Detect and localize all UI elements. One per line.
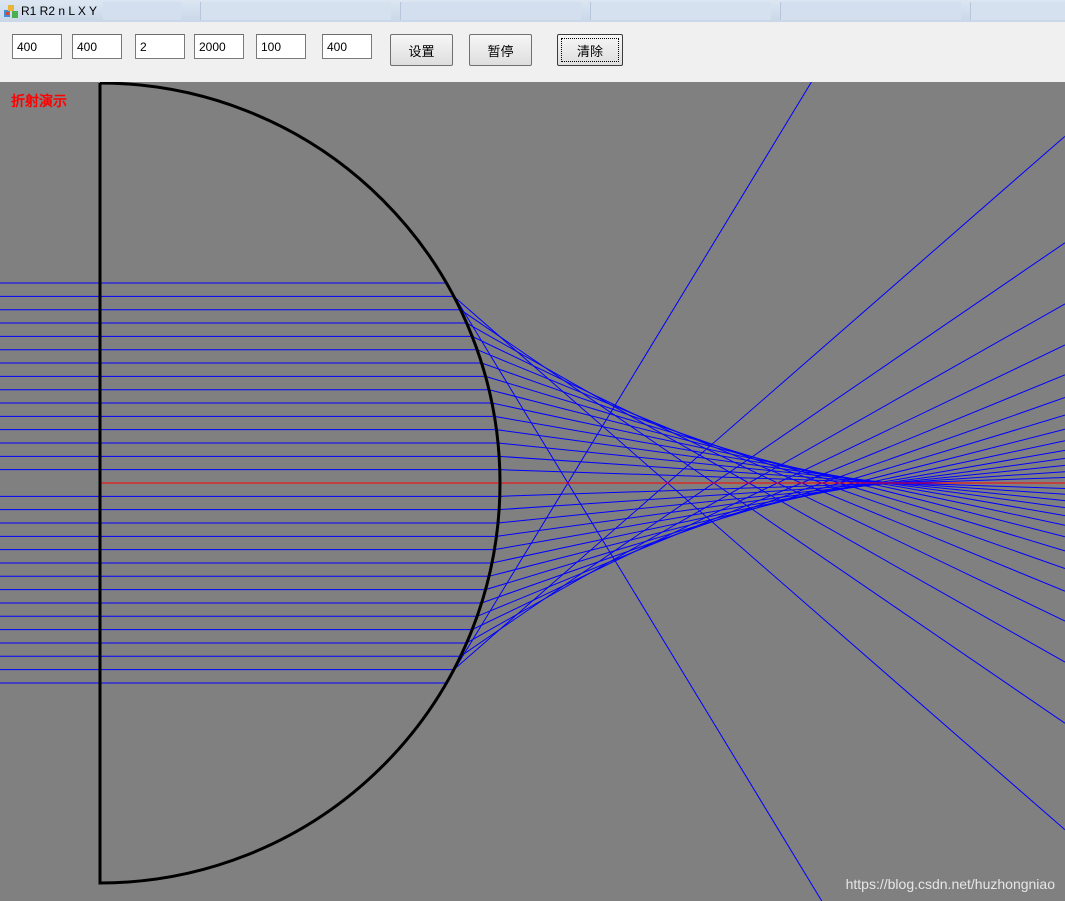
set-button[interactable]: 设置 xyxy=(390,34,453,66)
refracted-ray xyxy=(466,322,1065,663)
demo-title: 折射演示 xyxy=(11,94,67,110)
background-tab xyxy=(780,2,961,20)
refracted-rays xyxy=(446,82,1065,901)
app-window: R1 R2 n L X Y 设置 暂停 清除 折射演示 https://blog… xyxy=(0,0,1065,901)
n-input[interactable] xyxy=(135,34,185,59)
toolbar: 设置 暂停 清除 xyxy=(0,22,1065,82)
refracted-ray xyxy=(446,282,823,901)
refracted-ray xyxy=(460,242,1065,657)
r1-input[interactable] xyxy=(12,34,62,59)
background-tab xyxy=(590,2,771,20)
x-input[interactable] xyxy=(256,34,306,59)
l-input[interactable] xyxy=(194,34,244,59)
app-icon xyxy=(4,5,18,18)
refracted-ray xyxy=(466,303,1065,644)
y-input[interactable] xyxy=(322,34,372,59)
refraction-canvas xyxy=(0,82,1065,901)
background-tab xyxy=(970,2,1065,20)
refracted-ray xyxy=(491,402,1065,526)
title-bar: R1 R2 n L X Y xyxy=(0,0,1065,23)
refracted-ray xyxy=(497,464,1065,524)
refracted-ray xyxy=(453,296,1065,831)
pause-button[interactable]: 暂停 xyxy=(469,34,532,66)
clear-button[interactable]: 清除 xyxy=(557,34,623,66)
refracted-ray xyxy=(460,309,1065,724)
window-title: R1 R2 n L X Y xyxy=(21,2,104,20)
refracted-ray xyxy=(453,135,1065,670)
refracted-ray xyxy=(499,455,1065,495)
r2-input[interactable] xyxy=(72,34,122,59)
drawing-canvas: 折射演示 https://blog.csdn.net/huzhongniao xyxy=(0,82,1065,901)
refracted-ray xyxy=(446,82,812,684)
watermark: https://blog.csdn.net/huzhongniao xyxy=(845,876,1055,892)
background-tab xyxy=(200,2,391,20)
background-tab xyxy=(400,2,581,20)
refracted-ray xyxy=(497,442,1065,502)
background-taskbar xyxy=(0,0,1065,22)
refracted-ray xyxy=(496,429,1065,509)
